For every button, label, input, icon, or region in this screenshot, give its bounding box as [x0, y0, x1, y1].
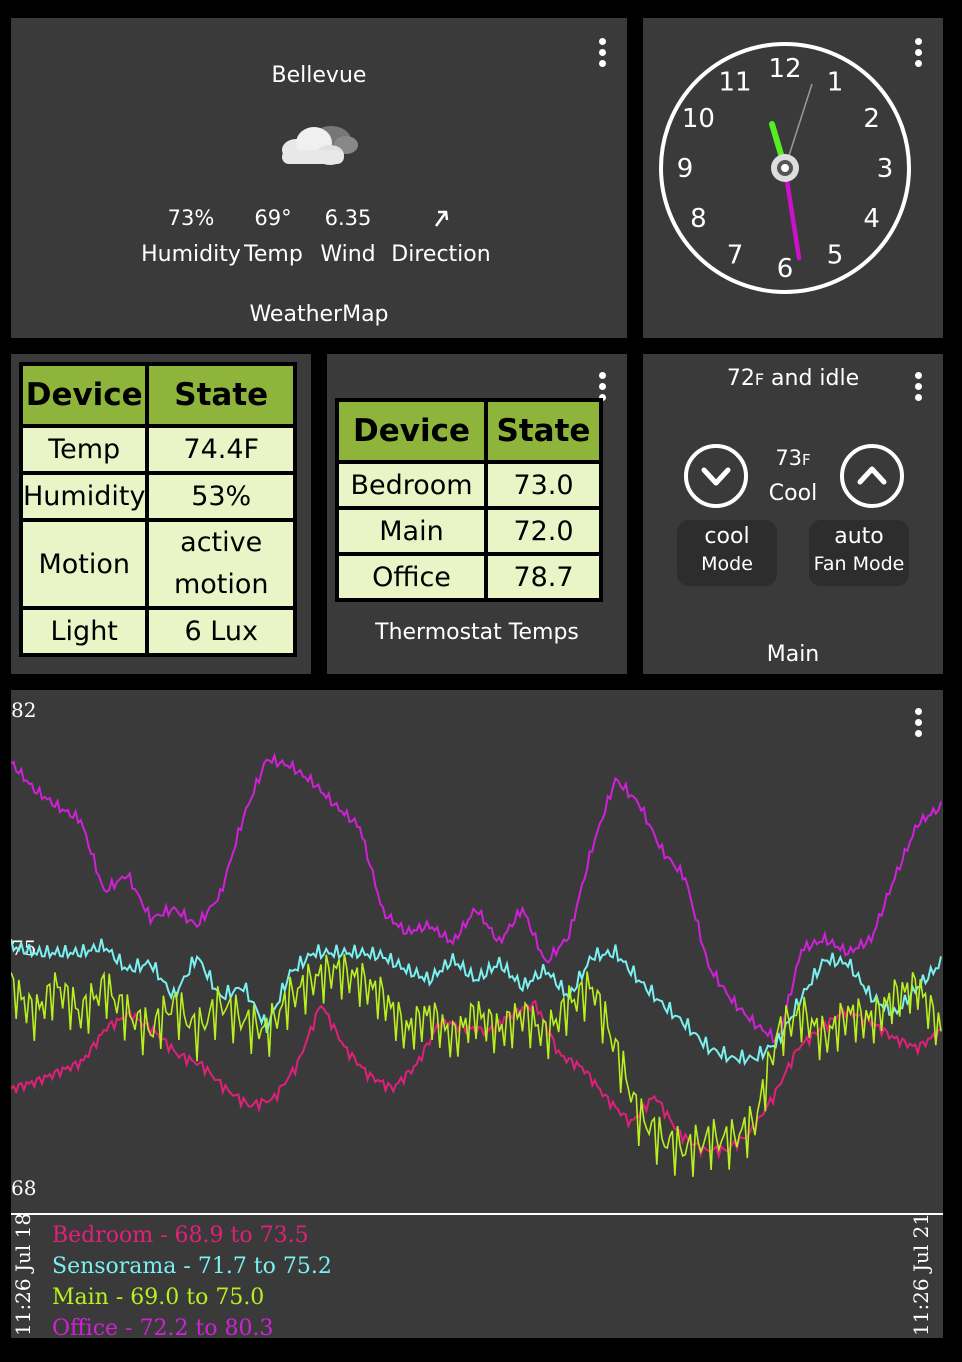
clock-number-5: 5 [827, 241, 844, 271]
thermostat-temps-tile: Device State Bedroom 73.0 Main 72.0 Offi… [327, 354, 627, 674]
setpoint-unit: F [802, 451, 811, 469]
current-temp: 72 [726, 366, 755, 391]
clock-number-1: 1 [827, 67, 844, 97]
table-row: Motion active motion [18, 518, 297, 610]
operating-state: Cool [768, 481, 818, 506]
table-header-row: Device State [18, 362, 297, 428]
series-line-main [11, 953, 942, 1177]
clock-number-2: 2 [863, 104, 880, 134]
weather-tile-title: WeatherMap [249, 302, 389, 327]
clock-number-6: 6 [777, 254, 794, 284]
direction-label: Direction [391, 242, 491, 267]
header-device: Device [335, 398, 488, 464]
clock-number-11: 11 [718, 67, 751, 97]
table-row: Office 78.7 [335, 552, 603, 602]
state-cell: 72.0 [484, 506, 603, 556]
analog-clock: 12 12 3 45 6 78 9 1011 [659, 42, 911, 294]
clock-tile: 12 1 2 3 4 5 6 7 8 9 10 11 [643, 18, 943, 338]
clock-number-9: 9 [677, 154, 694, 184]
setpoint: 73F [643, 446, 943, 470]
fan-mode-button[interactable]: auto Fan Mode [809, 520, 909, 586]
table-row: Light 6 Lux [18, 606, 297, 657]
thermostat-temps-title: Thermostat Temps [375, 620, 579, 645]
header-state: State [484, 398, 603, 464]
status-text: and idle [764, 366, 860, 391]
wind-value: 6.35 [324, 206, 372, 230]
sensor-table: Device State Temp 74.4F Humidity 53% Mot… [18, 362, 297, 657]
legend-office: Office - 72.2 to 80.3 [52, 1316, 274, 1341]
x-start-time: 11:26 Jul 18 [11, 1212, 35, 1336]
fan-mode-label: Fan Mode [813, 553, 905, 575]
device-cell: Temp [18, 424, 150, 475]
table-row: Bedroom 73.0 [335, 460, 603, 510]
table-row: Temp 74.4F [18, 424, 297, 475]
legend-sensorama: Sensorama - 71.7 to 75.2 [52, 1254, 332, 1279]
device-cell: Bedroom [335, 460, 488, 510]
temp-value: 69° [254, 206, 292, 230]
table-row: Humidity 53% [18, 471, 297, 522]
state-cell: 74.4F [145, 424, 297, 475]
clock-number-8: 8 [690, 204, 707, 234]
device-cell: Office [335, 552, 488, 602]
sensor-tile: Device State Temp 74.4F Humidity 53% Mot… [11, 354, 311, 674]
state-cell: active motion [145, 518, 297, 610]
thermostat-name: Main [766, 642, 820, 667]
clock-number-7: 7 [727, 241, 744, 271]
mode-button[interactable]: cool Mode [677, 520, 777, 586]
device-cell: Light [18, 606, 150, 657]
device-cell: Motion [18, 518, 150, 610]
legend-main: Main - 69.0 to 75.0 [52, 1285, 265, 1310]
wind-label: Wind [320, 242, 376, 267]
weather-tile: Bellevue 73% Humidity 69° Temp 6.35 Wind… [11, 18, 627, 338]
clock-number-3: 3 [877, 154, 894, 184]
partly-cloudy-icon [282, 126, 358, 165]
state-cell: 78.7 [484, 552, 603, 602]
x-end-time: 11:26 Jul 21 [909, 1212, 933, 1336]
device-cell: Main [335, 506, 488, 556]
clock-number-12: 12 [768, 54, 801, 84]
mode-value: cool [704, 524, 750, 549]
humidity-value: 73% [167, 206, 215, 230]
temperature-chart-tile: 82 75 68 11:26 Jul 18 11:26 Jul 21 Bedro… [11, 690, 943, 1341]
fan-mode-value: auto [834, 524, 884, 549]
clock-number-10: 10 [682, 104, 715, 134]
mode-label: Mode [701, 553, 753, 575]
header-device: Device [18, 362, 150, 428]
thermostat-status: 72F and idle [643, 366, 943, 391]
state-cell: 53% [145, 471, 297, 522]
current-temp-unit: F [754, 370, 765, 389]
table-row: Main 72.0 [335, 506, 603, 556]
state-cell: 6 Lux [145, 606, 297, 657]
temp-label: Temp [244, 242, 303, 267]
legend-bedroom: Bedroom - 68.9 to 73.5 [52, 1223, 309, 1248]
series-line-bedroom [11, 999, 942, 1160]
thermostat-temps-table: Device State Bedroom 73.0 Main 72.0 Offi… [335, 398, 603, 602]
clock-number-4: 4 [863, 204, 880, 234]
state-cell: 73.0 [484, 460, 603, 510]
clock-menu-button[interactable] [913, 38, 923, 74]
thermostat-tile: 72F and idle 73F Cool cool Mode auto Fan… [643, 354, 943, 674]
table-header-row: Device State [335, 398, 603, 464]
setpoint-value: 73 [775, 446, 803, 470]
header-state: State [145, 362, 297, 428]
device-cell: Humidity [18, 471, 150, 522]
weather-city: Bellevue [271, 63, 367, 88]
wind-direction-arrow-icon [434, 210, 449, 227]
